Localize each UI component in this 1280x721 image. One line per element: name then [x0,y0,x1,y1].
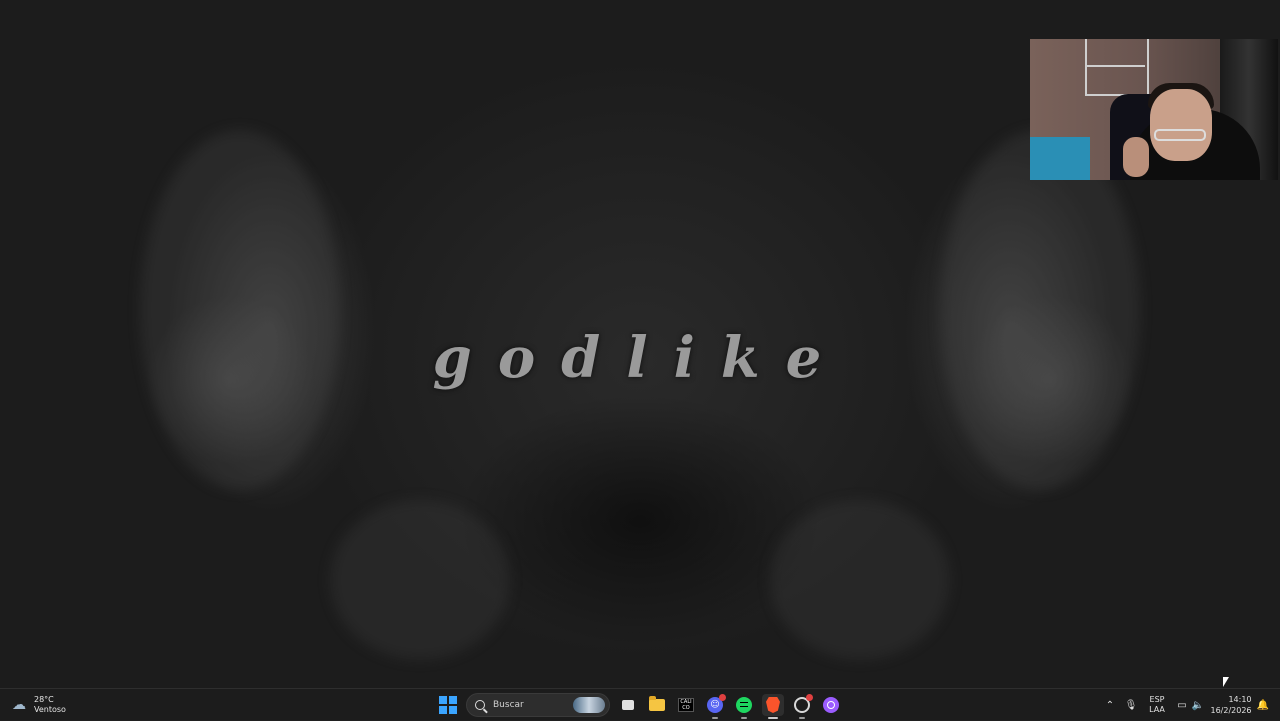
weather-condition: Ventoso [34,705,66,714]
task-view-icon [622,700,634,710]
monitor-icon: ▭ [1177,699,1187,711]
notification-dot [806,694,813,701]
spotify-icon [736,697,752,713]
calico-app-button[interactable]: CALI CO [675,694,697,716]
taskbar: ☁ 28°C Ventoso Buscar CALI CO ☺ ⌃ 🎙 ESP … [0,688,1280,720]
start-button[interactable] [439,696,457,714]
webcam-overlay [1030,39,1278,180]
notification-dot [719,694,726,701]
notifications-button[interactable]: 🔔 [1256,689,1270,721]
brave-icon [766,697,780,713]
purple-app-button[interactable] [820,694,842,716]
clock[interactable]: 14:10 16/2/2026 [1210,689,1252,721]
network-button[interactable]: ▭ [1174,689,1190,721]
microphone-button[interactable]: 🎙 [1123,689,1139,721]
spotify-button[interactable] [733,694,755,719]
circle-app-icon [823,697,839,713]
language-indicator[interactable]: ESP LAA [1145,689,1169,721]
search-placeholder: Buscar [493,700,524,710]
bell-icon: 🔔 [1256,699,1270,711]
search-box[interactable]: Buscar [466,693,610,717]
speaker-icon: 🔈 [1191,699,1205,711]
app-icon: CALI CO [678,698,694,712]
weather-temperature: 28°C [34,695,54,704]
discord-button[interactable]: ☺ [704,694,726,719]
task-view-button[interactable] [617,694,639,716]
keyboard-layout: LAA [1149,705,1165,714]
folder-icon [649,696,665,711]
file-explorer-button[interactable] [646,694,668,716]
discord-icon: ☺ [707,694,726,713]
clock-time: 14:10 [1228,695,1252,704]
chevron-up-icon: ⌃ [1105,699,1115,711]
github-icon [794,694,813,713]
github-desktop-button[interactable] [791,694,813,719]
microphone-icon: 🎙 [1124,699,1138,711]
weather-widget[interactable]: ☁ 28°C Ventoso [10,693,66,717]
language-code: ESP [1149,695,1165,704]
windows-icon [439,696,447,704]
search-highlight-icon [573,697,605,713]
mouse-cursor [1223,677,1229,687]
clock-date: 16/2/2026 [1210,706,1252,715]
search-icon [475,700,485,710]
show-hidden-icons-button[interactable]: ⌃ [1102,689,1118,721]
brave-button[interactable] [762,694,784,719]
wallpaper-title: godlike [432,325,848,391]
wind-cloud-icon: ☁ [12,697,26,713]
volume-button[interactable]: 🔈 [1190,689,1206,721]
